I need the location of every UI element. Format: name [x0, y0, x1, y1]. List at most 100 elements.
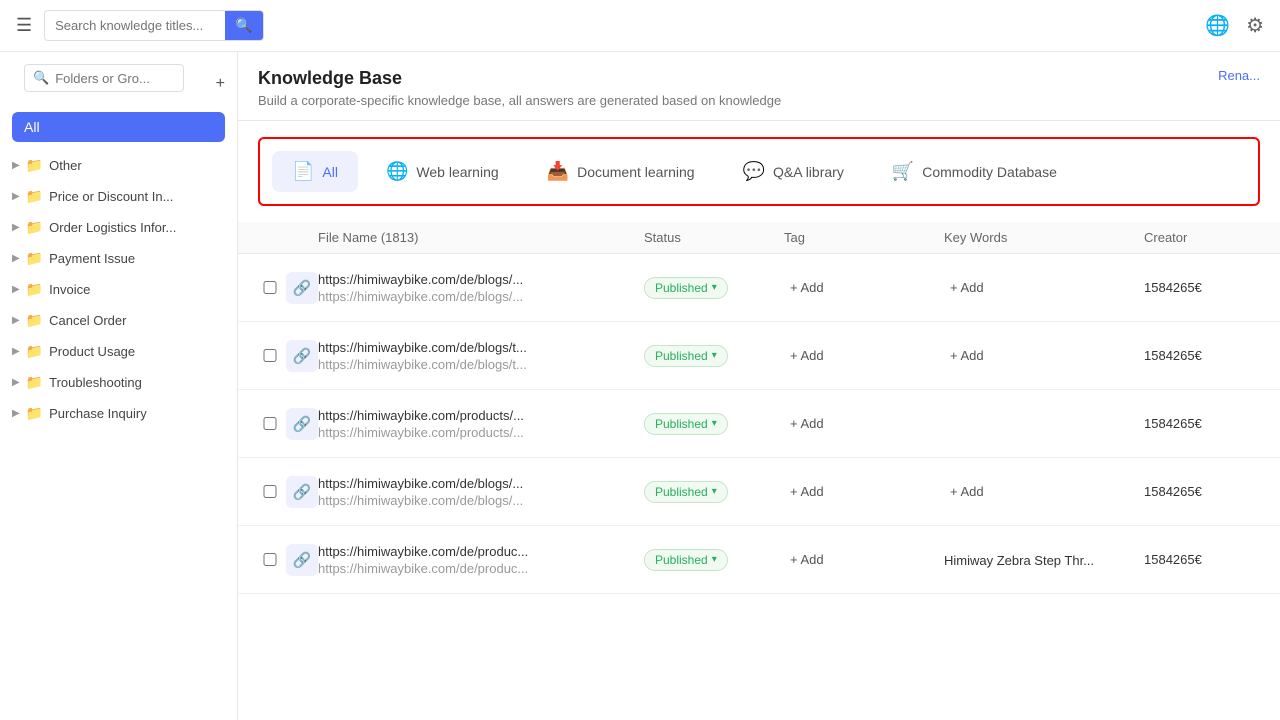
link-icon: 🔗 — [293, 347, 312, 365]
sidebar-search-input[interactable] — [55, 71, 175, 86]
sidebar-item-price[interactable]: ▶ 📁 Price or Discount In... — [0, 181, 237, 212]
search-button[interactable]: 🔍 — [225, 11, 262, 40]
header-left: ☰ 🔍 — [16, 10, 264, 41]
sidebar-add-button[interactable]: + — [216, 75, 225, 93]
tab-web-learning[interactable]: 🌐 Web learning — [366, 151, 519, 192]
header-creator: Creator — [1144, 230, 1264, 245]
sidebar-item-label: Invoice — [49, 282, 90, 297]
link-icon-wrap: 🔗 — [286, 340, 318, 372]
tabs-section: 📄 All 🌐 Web learning 📥 Document learning… — [258, 137, 1260, 206]
cell-urls: https://himiwaybike.com/products/... htt… — [318, 408, 644, 440]
search-input[interactable] — [45, 12, 225, 39]
tab-document-learning[interactable]: 📥 Document learning — [527, 151, 715, 192]
link-icon-wrap: 🔗 — [286, 408, 318, 440]
sidebar-item-product-usage[interactable]: ▶ 📁 Product Usage — [0, 336, 237, 367]
folder-icon: 📁 — [26, 219, 43, 236]
folder-icon: 📁 — [26, 188, 43, 205]
header: ☰ 🔍 🌐 ⚙ — [0, 0, 1280, 52]
link-icon-wrap: 🔗 — [286, 272, 318, 304]
keywords-add-button[interactable]: + Add — [944, 278, 990, 297]
sidebar-item-payment[interactable]: ▶ 📁 Payment Issue — [0, 243, 237, 274]
tag-add-button[interactable]: + Add — [784, 482, 830, 501]
settings-icon[interactable]: ⚙ — [1246, 13, 1264, 38]
chevron-down-icon: ▾ — [712, 282, 717, 293]
tag-cell: + Add — [784, 346, 944, 365]
tag-add-button[interactable]: + Add — [784, 278, 830, 297]
folder-icon: 📁 — [26, 250, 43, 267]
chevron-down-icon: ▾ — [712, 350, 717, 361]
url-secondary: https://himiwaybike.com/de/blogs/... — [318, 289, 644, 304]
keywords-add-button[interactable]: + Add — [944, 346, 990, 365]
keywords-add-button[interactable]: + Add — [944, 482, 990, 501]
cell-urls: https://himiwaybike.com/de/produc... htt… — [318, 544, 644, 576]
folder-icon: 📁 — [26, 312, 43, 329]
sidebar-all-button[interactable]: All — [12, 112, 225, 142]
sidebar-item-invoice[interactable]: ▶ 📁 Invoice — [0, 274, 237, 305]
creator-id: 1584265€ — [1144, 552, 1264, 567]
tab-commodity-database[interactable]: 🛒 Commodity Database — [872, 151, 1077, 192]
chevron-down-icon: ▾ — [712, 418, 717, 429]
sidebar-item-troubleshooting[interactable]: ▶ 📁 Troubleshooting — [0, 367, 237, 398]
status-cell: Published ▾ — [644, 277, 784, 299]
link-icon: 🔗 — [293, 415, 312, 433]
shop-icon: 🛒 — [892, 161, 914, 182]
main-container: 🔍 + All ▶ 📁 Other ▶ 📁 Price or Discount … — [0, 52, 1280, 720]
table-row: 🔗 https://himiwaybike.com/de/produc... h… — [238, 526, 1280, 594]
status-badge[interactable]: Published ▾ — [644, 413, 728, 435]
status-badge[interactable]: Published ▾ — [644, 481, 728, 503]
header-keywords: Key Words — [944, 230, 1144, 245]
status-text: Published — [655, 417, 708, 431]
tab-label: Commodity Database — [922, 164, 1057, 180]
sidebar-search: 🔍 — [24, 64, 184, 92]
sidebar-item-purchase-inquiry[interactable]: ▶ 📁 Purchase Inquiry — [0, 398, 237, 429]
chevron-right-icon: ▶ — [12, 377, 20, 388]
tab-label: Web learning — [416, 164, 498, 180]
globe-icon[interactable]: 🌐 — [1205, 13, 1230, 38]
sidebar-search-icon: 🔍 — [33, 70, 49, 86]
link-icon: 🔗 — [293, 551, 312, 569]
link-icon: 🔗 — [293, 483, 312, 501]
document-icon: 📄 — [292, 161, 314, 182]
status-badge[interactable]: Published ▾ — [644, 277, 728, 299]
row-checkbox[interactable] — [254, 281, 286, 294]
chevron-down-icon: ▾ — [712, 486, 717, 497]
tag-cell: + Add — [784, 482, 944, 501]
row-checkbox[interactable] — [254, 349, 286, 362]
sidebar-item-other[interactable]: ▶ 📁 Other — [0, 150, 237, 181]
row-checkbox[interactable] — [254, 417, 286, 430]
tag-add-button[interactable]: + Add — [784, 550, 830, 569]
tabs-container: 📄 All 🌐 Web learning 📥 Document learning… — [272, 151, 1246, 192]
status-badge[interactable]: Published ▾ — [644, 345, 728, 367]
url-secondary: https://himiwaybike.com/products/... — [318, 425, 644, 440]
content-area: Knowledge Base Build a corporate-specifi… — [238, 52, 1280, 720]
status-cell: Published ▾ — [644, 413, 784, 435]
chevron-right-icon: ▶ — [12, 408, 20, 419]
tab-qa-library[interactable]: 💬 Q&A library — [723, 151, 864, 192]
sidebar-item-order-logistics[interactable]: ▶ 📁 Order Logistics Infor... — [0, 212, 237, 243]
tab-all[interactable]: 📄 All — [272, 151, 358, 192]
status-text: Published — [655, 281, 708, 295]
url-secondary: https://himiwaybike.com/de/blogs/t... — [318, 357, 644, 372]
status-badge[interactable]: Published ▾ — [644, 549, 728, 571]
keywords-cell: Himiway Zebra Step Thr... — [944, 552, 1144, 568]
keywords-cell: + Add — [944, 482, 1144, 501]
folder-icon: 📁 — [26, 281, 43, 298]
sidebar-item-cancel-order[interactable]: ▶ 📁 Cancel Order — [0, 305, 237, 336]
kb-header: Knowledge Base Build a corporate-specifi… — [238, 52, 1280, 121]
tag-add-button[interactable]: + Add — [784, 414, 830, 433]
sidebar-item-label: Troubleshooting — [49, 375, 142, 390]
sidebar-item-label: Product Usage — [49, 344, 135, 359]
keywords-cell: + Add — [944, 346, 1144, 365]
status-cell: Published ▾ — [644, 345, 784, 367]
tab-label: Document learning — [577, 164, 695, 180]
keywords-text: Himiway Zebra Step Thr... — [944, 553, 1094, 568]
table-row: 🔗 https://himiwaybike.com/de/blogs/... h… — [238, 254, 1280, 322]
tag-cell: + Add — [784, 414, 944, 433]
creator-id: 1584265€ — [1144, 348, 1264, 363]
hamburger-icon[interactable]: ☰ — [16, 15, 32, 36]
row-checkbox[interactable] — [254, 553, 286, 566]
tag-add-button[interactable]: + Add — [784, 346, 830, 365]
rename-button[interactable]: Rena... — [1218, 68, 1260, 83]
row-checkbox[interactable] — [254, 485, 286, 498]
tab-label: Q&A library — [773, 164, 844, 180]
